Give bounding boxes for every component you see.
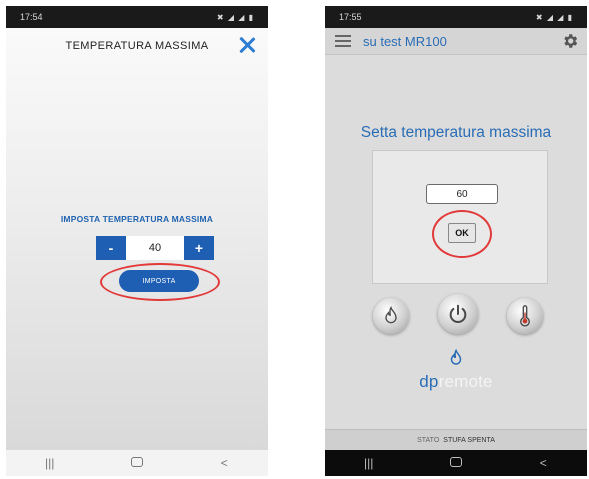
app-title: su test MR100 bbox=[363, 33, 447, 49]
status-icons: ✖ ◢ ◢ ▮ bbox=[535, 12, 573, 22]
state-label: STATO bbox=[417, 436, 440, 444]
back-button[interactable]: < bbox=[209, 456, 239, 470]
menu-icon[interactable] bbox=[335, 35, 351, 47]
state-value: STUFA SPENTA bbox=[443, 436, 495, 444]
home-button[interactable] bbox=[122, 456, 152, 470]
screen-header: TEMPERATURA MASSIMA bbox=[6, 28, 268, 64]
temperature-value[interactable]: 40 bbox=[126, 236, 184, 260]
status-bar: 17:55 ✖ ◢ ◢ ▮ bbox=[325, 6, 587, 28]
set-max-temp-heading: Setta temperatura massima bbox=[360, 124, 552, 141]
page-title: TEMPERATURA MASSIMA bbox=[65, 40, 209, 52]
home-icon bbox=[449, 457, 462, 467]
dpremote-logo-icon bbox=[450, 348, 462, 365]
gear-icon[interactable] bbox=[561, 32, 579, 50]
status-time: 17:55 bbox=[339, 12, 362, 22]
flame-icon bbox=[385, 306, 397, 324]
power-button[interactable] bbox=[438, 294, 478, 334]
max-temp-screen: TEMPERATURA MASSIMA IMPOSTA TEMPERATURA … bbox=[6, 28, 268, 450]
system-nav-bar: ||| < bbox=[6, 450, 268, 476]
power-icon bbox=[449, 304, 467, 323]
flame-button[interactable] bbox=[373, 298, 409, 334]
thermometer-button[interactable] bbox=[507, 298, 543, 334]
back-button[interactable]: < bbox=[528, 456, 558, 470]
home-button[interactable] bbox=[441, 456, 471, 470]
system-nav-bar: ||| < bbox=[325, 450, 587, 476]
close-icon[interactable] bbox=[236, 34, 258, 56]
imposta-button[interactable]: IMPOSTA bbox=[119, 270, 199, 292]
home-icon bbox=[130, 457, 143, 467]
status-time: 17:54 bbox=[20, 12, 43, 22]
logo-suffix: remote bbox=[438, 372, 493, 391]
temperature-input[interactable]: 60 bbox=[426, 184, 498, 204]
phone-left: 17:54 ✖ ◢ ◢ ▮ TEMPERATURA MASSIMA IMPOST… bbox=[6, 6, 268, 476]
recent-apps-button[interactable]: ||| bbox=[35, 456, 65, 470]
set-max-temp-label: IMPOSTA TEMPERATURA MASSIMA bbox=[60, 214, 214, 224]
phone-right: 17:55 ✖ ◢ ◢ ▮ su test MR100 Setta temper… bbox=[325, 6, 587, 476]
logo-prefix: dp bbox=[419, 372, 439, 391]
recent-apps-button[interactable]: ||| bbox=[354, 456, 384, 470]
dpremote-screen: su test MR100 Setta temperatura massima … bbox=[325, 28, 587, 450]
status-icons: ✖ ◢ ◢ ▮ bbox=[216, 12, 254, 22]
thermometer-icon bbox=[520, 305, 530, 327]
dpremote-logo: dpremote bbox=[325, 348, 587, 392]
decrement-button[interactable]: - bbox=[96, 236, 126, 260]
ok-button[interactable]: OK bbox=[448, 223, 476, 243]
temperature-stepper: - 40 + bbox=[96, 236, 214, 260]
app-bar: su test MR100 bbox=[325, 28, 587, 55]
status-strip: STATO STUFA SPENTA bbox=[325, 429, 587, 450]
status-bar: 17:54 ✖ ◢ ◢ ▮ bbox=[6, 6, 268, 28]
increment-button[interactable]: + bbox=[184, 236, 214, 260]
